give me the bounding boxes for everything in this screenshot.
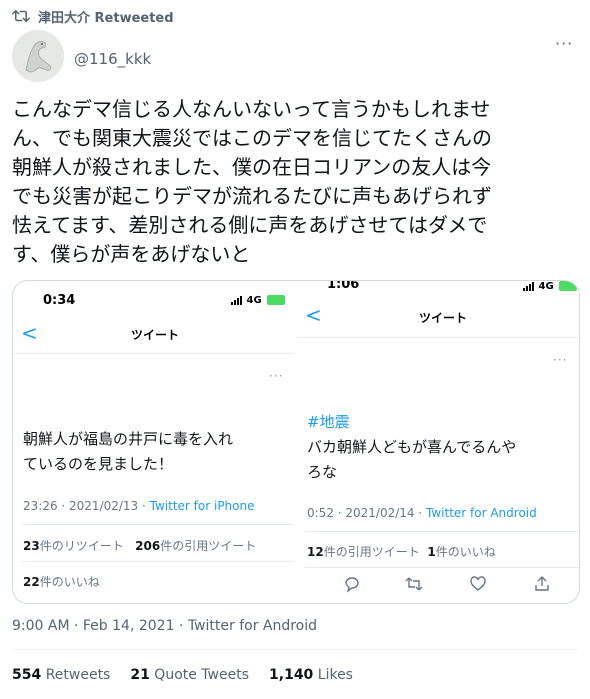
- author-handle[interactable]: @116_kkk: [74, 50, 151, 68]
- likes-label: 件のいいね: [39, 575, 100, 589]
- retweet-label[interactable]: 津田大介 Retweeted: [38, 7, 174, 26]
- retweets-count: 23: [23, 539, 40, 553]
- likes-label: 件のいいね: [435, 545, 496, 559]
- hashtag-link[interactable]: #地震: [307, 411, 350, 432]
- nav-title: ツイート: [419, 311, 468, 325]
- inner-tweet-meta: 23:26 · 2021/02/13 · Twitter for iPhone: [23, 499, 255, 513]
- retweet-context: 津田大介 Retweeted: [0, 0, 590, 32]
- inner-tweet-line: ろな: [307, 463, 338, 481]
- inner-tweet-line: バカ朝鮮人どもが喜んでるんや: [307, 438, 517, 456]
- inner-tweet-meta: 0:52 · 2021/02/14 · Twitter for Android: [307, 506, 537, 520]
- reply-icon[interactable]: [343, 575, 361, 593]
- nav-title: ツイート: [131, 328, 180, 342]
- back-icon[interactable]: <: [21, 321, 38, 345]
- inner-stats-row: 23件のリツイート 206件の引用ツイート: [23, 537, 256, 554]
- avatar[interactable]: [12, 30, 64, 82]
- likes-count: 22: [23, 575, 40, 589]
- quotes-label: Quote Tweets: [154, 667, 250, 683]
- tweet-text-line: こんなデマ信じる人なんいないって言うかもしれませ: [12, 97, 491, 121]
- inner-tweet-line: 朝鮮人が福島の井戸に毒を入れ: [23, 430, 234, 448]
- network-label: 4G: [246, 295, 262, 306]
- likes-count: 1,140: [269, 667, 314, 683]
- quotes-count: 206: [135, 539, 161, 553]
- inner-tweet-time: 23:26 · 2021/02/13 ·: [23, 499, 150, 513]
- divider: [305, 531, 579, 532]
- inner-tweet-text: 朝鮮人が福島の井戸に毒を入れ ているのを見ました！: [23, 427, 233, 477]
- quotes-count: 12: [307, 545, 324, 559]
- likes-count: 1: [427, 545, 436, 559]
- screenshot-right[interactable]: 1:06 4G < ツイート ··· #地震 バカ朝鮮人どもが喜んでるんや ろな…: [297, 281, 579, 603]
- retweets-stat[interactable]: 554 Retweets: [12, 667, 110, 683]
- more-icon[interactable]: ···: [553, 353, 567, 367]
- tweet-text-line: す、僕らが声をあげないと: [12, 242, 251, 266]
- divider: [12, 649, 578, 650]
- quotes-count: 21: [130, 667, 150, 683]
- divider: [13, 353, 294, 354]
- signal-icon: [231, 295, 242, 305]
- divider: [297, 337, 579, 338]
- divider: [21, 561, 294, 562]
- inner-tweet-source[interactable]: Twitter for Android: [426, 506, 537, 520]
- tweet-stats: 554 Retweets 21 Quote Tweets 1,140 Likes: [12, 667, 353, 683]
- status-time: 1:06: [327, 281, 360, 292]
- divider: [21, 524, 294, 525]
- screenshot-left[interactable]: 0:34 4G < ツイート ··· 朝鮮人が福島の井戸に毒を入れ ているのを見…: [13, 281, 294, 603]
- status-icons: 4G: [523, 281, 578, 292]
- share-icon[interactable]: [533, 575, 551, 593]
- retweets-label: Retweets: [45, 667, 111, 683]
- likes-stat[interactable]: 1,140 Likes: [269, 667, 353, 683]
- inner-tweet-text: バカ朝鮮人どもが喜んでるんや ろな: [307, 435, 516, 485]
- tweet-media[interactable]: 0:34 4G < ツイート ··· 朝鮮人が福島の井戸に毒を入れ ているのを見…: [12, 280, 580, 604]
- inner-tweet-line: ているのを見ました！: [23, 455, 174, 473]
- tweet-timestamp[interactable]: 9:00 AM · Feb 14, 2021 · Twitter for And…: [12, 618, 317, 634]
- retweets-count: 554: [12, 667, 42, 683]
- battery-icon: [559, 281, 578, 291]
- status-time: 0:34: [43, 293, 76, 308]
- like-icon[interactable]: [469, 575, 487, 593]
- tweet-text-line: ん、でも関東大震災ではこのデマを信じてたくさんの: [12, 126, 492, 150]
- tweet-text-line: 朝鮮人が殺されました、僕の在日コリアンの友人は今: [12, 155, 492, 179]
- quotes-label: 件の引用ツイート: [323, 545, 420, 559]
- tweet-text: こんなデマ信じる人なんいないって言うかもしれませ ん、でも関東大震災ではこのデマ…: [12, 95, 578, 269]
- retweet-icon: [12, 10, 30, 22]
- status-icons: 4G: [231, 295, 286, 306]
- battery-icon: [267, 295, 286, 305]
- network-label: 4G: [538, 281, 554, 292]
- more-options-icon[interactable]: ···: [555, 34, 573, 53]
- divider: [305, 567, 579, 568]
- tweet-text-line: でも災害が起こりデマが流れるたびに声もあげられず: [12, 184, 492, 208]
- back-icon[interactable]: <: [305, 303, 322, 327]
- inner-stats-row: 12件の引用ツイート 1件のいいね: [307, 543, 496, 560]
- inner-tweet-time: 0:52 · 2021/02/14 ·: [307, 506, 426, 520]
- inner-likes-row: 22件のいいね: [23, 573, 100, 590]
- retweet-icon[interactable]: [405, 575, 423, 593]
- retweets-label: 件のリツイート: [39, 539, 124, 553]
- more-icon[interactable]: ···: [269, 369, 283, 383]
- inner-tweet-source[interactable]: Twitter for iPhone: [150, 499, 255, 513]
- likes-label: Likes: [317, 667, 353, 683]
- quotes-stat[interactable]: 21 Quote Tweets: [130, 667, 249, 683]
- signal-icon: [523, 281, 534, 291]
- quotes-label: 件の引用ツイート: [160, 539, 257, 553]
- tweet-text-line: 怯えてます、差別される側に声をあげさせてはダメで: [12, 213, 488, 237]
- dinosaur-avatar-icon: [12, 30, 64, 82]
